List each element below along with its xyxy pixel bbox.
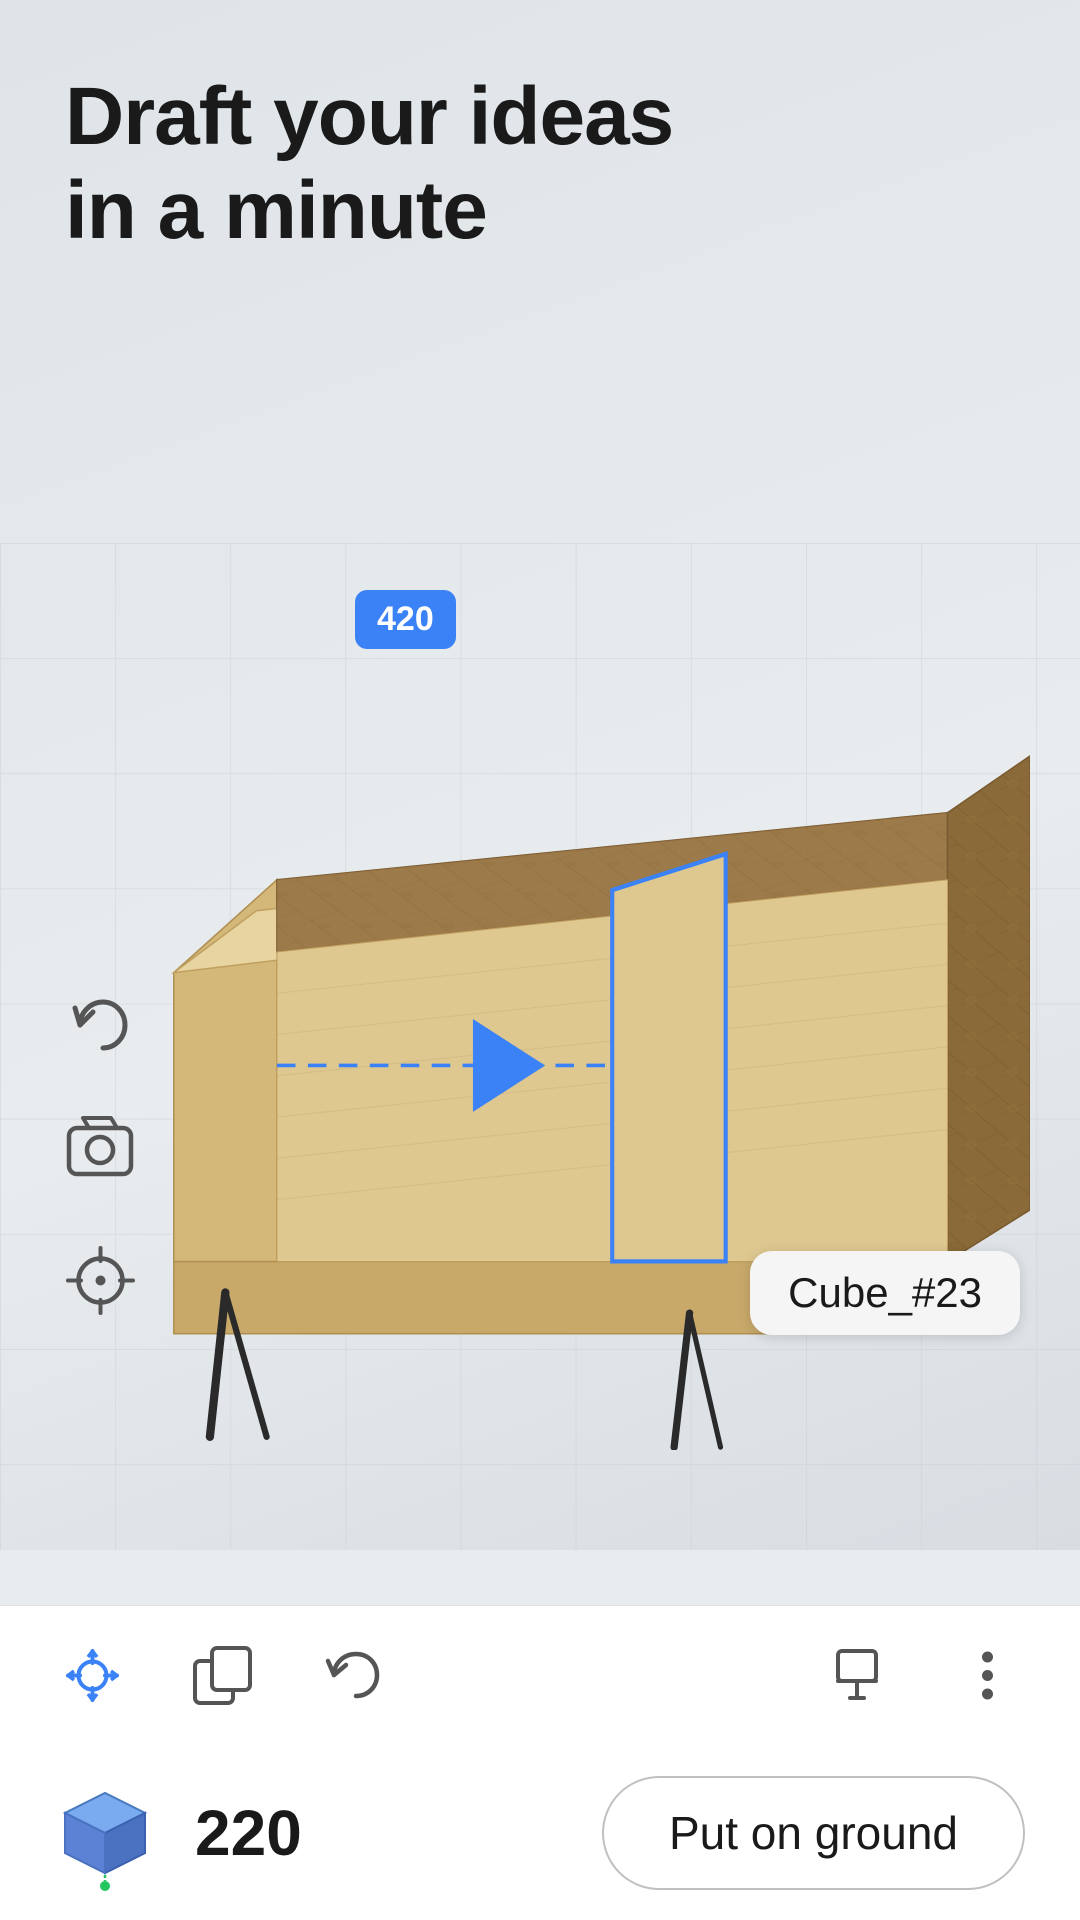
object-icon: [55, 1783, 155, 1883]
camera-button[interactable]: [50, 1095, 150, 1195]
paint-format-icon[interactable]: [825, 1638, 900, 1713]
duplicate-icon[interactable]: [185, 1638, 260, 1713]
toolbar: [0, 1605, 1080, 1745]
cube-label: Cube_#23: [750, 1251, 1020, 1335]
undo-button[interactable]: [55, 980, 145, 1070]
measurement-badge: 420: [355, 590, 456, 649]
bottom-bar: 220 Put on ground: [0, 1745, 1080, 1920]
measurement-value: 420: [377, 600, 434, 638]
move-transform-icon[interactable]: [55, 1638, 130, 1713]
height-value: 220: [195, 1796, 562, 1870]
toolbar-undo-icon[interactable]: [315, 1638, 390, 1713]
put-on-ground-button[interactable]: Put on ground: [602, 1776, 1025, 1890]
more-options-icon[interactable]: [950, 1638, 1025, 1713]
target-button[interactable]: [50, 1230, 150, 1330]
furniture-model: [50, 650, 1080, 1470]
page-title: Draft your ideas in a minute: [65, 70, 673, 259]
